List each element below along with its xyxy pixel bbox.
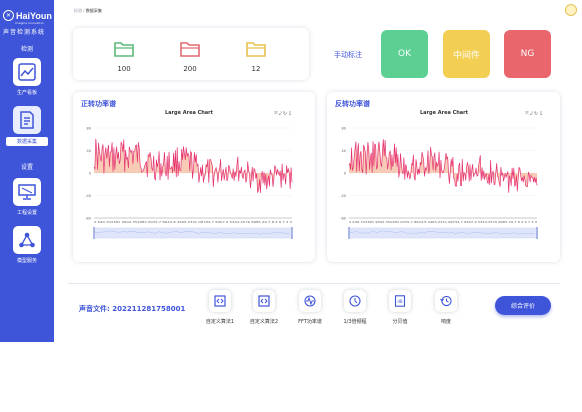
sound-file-label: 声音文件: [79, 305, 110, 313]
y-tick-label: 40 [342, 149, 346, 153]
stat-ng-count: 200 [175, 40, 205, 73]
panel-title: 反转功率谱 [335, 100, 370, 108]
sidebar-item-label: 模型服务 [16, 258, 37, 264]
stat-ok-count: 100 [109, 40, 139, 73]
line-chart-icon [18, 63, 36, 81]
breadcrumb-separator: / [83, 8, 85, 13]
logo-tagline: Imagine Innovation [15, 21, 44, 25]
tool-label: 分贝值 [392, 319, 408, 325]
zoom-slider[interactable] [93, 227, 293, 239]
stat-middle-count: 12 [241, 40, 271, 73]
logo: ✕ HaiYoun Imagine Innovation 声音检测系统 [3, 10, 53, 36]
avatar[interactable] [565, 4, 577, 16]
logo-subtitle: 声音检测系统 [3, 29, 46, 36]
stat-value: 100 [117, 65, 131, 73]
folder-red-icon [180, 42, 200, 57]
chart-title: Large Area Chart [165, 110, 214, 116]
panel-title: 正转功率谱 [81, 100, 116, 108]
download-icon[interactable]: ⇩ [539, 111, 544, 117]
sound-file: 声音文件: 202211281758001 [79, 304, 185, 314]
y-tick-label: 40 [87, 149, 91, 153]
sidebar: ✕ HaiYoun Imagine Innovation 声音检测系统 检测 生… [0, 0, 54, 342]
svg-text:dB: dB [397, 299, 403, 304]
y-tick-label: -80 [85, 217, 91, 221]
third-octave-button[interactable]: 1/3倍频程 [333, 290, 377, 325]
zoom-handle-left[interactable] [348, 227, 350, 239]
stat-value: 200 [183, 65, 197, 73]
stat-value: 12 [251, 65, 261, 73]
y-tick-label: -40 [85, 194, 91, 198]
tool-label: 自定义算法1 [205, 319, 235, 325]
custom-algorithm-2-button[interactable]: 自定义算法2 [242, 290, 286, 325]
chart-title: Large Area Chart [420, 110, 469, 116]
divider [68, 283, 560, 284]
custom-algorithm-1-button[interactable]: 自定义算法1 [198, 290, 242, 325]
sidebar-item-label: 工程设置 [16, 210, 37, 216]
chart-toolbox: ⤧⤦↻⇩ [274, 111, 293, 117]
logo-icon: ✕ [3, 10, 14, 21]
tool-label: FFT功率谱 [298, 319, 322, 325]
chart-toolbox: ⤧⤦↻⇩ [525, 111, 544, 117]
folder-green-icon [114, 42, 134, 57]
sidebar-item-label: 数据采集 [6, 137, 48, 146]
ng-button[interactable]: NG [504, 30, 551, 78]
decibel-button[interactable]: dB 分贝值 [378, 290, 422, 325]
logo-title: HaiYoun [16, 10, 52, 21]
code-file-icon [258, 295, 270, 307]
x-tick-labels: 0 640.703381 9502.352982 0035.7 8644.8 4… [349, 220, 537, 224]
sidebar-item-label: 生产看板 [16, 90, 37, 96]
tool-label: 响度 [440, 319, 451, 325]
forward-power-chart: 80 40 0 -40 -800 640.703381 9502.352982 0035… [85, 127, 293, 239]
manual-label-title: 手动标注 [334, 51, 362, 59]
y-tick-label: 80 [342, 127, 346, 131]
monitor-icon [18, 184, 36, 200]
tool-label: 自定义算法2 [249, 319, 279, 325]
sound-file-value: 202211281758001 [112, 305, 186, 313]
download-icon[interactable]: ⇩ [288, 111, 293, 117]
y-tick-label: 0 [344, 172, 346, 176]
sidebar-item-model-service[interactable]: 模型服务 [6, 226, 48, 264]
reverse-power-chart: 80 40 0 -40 -800 640.703381 9502.352982 0035… [340, 127, 538, 239]
section-settings: 设置 [20, 164, 33, 171]
section-detect: 检测 [20, 46, 33, 53]
zoom-handle-left[interactable] [93, 227, 95, 239]
sidebar-item-data-collection[interactable]: 数据采集 [6, 106, 48, 146]
series-line [348, 139, 538, 193]
decibel-icon: dB [394, 295, 406, 307]
fft-power-spectrum-button[interactable]: FFT功率谱 [288, 290, 332, 325]
history-clock-icon [440, 295, 452, 307]
share-nodes-icon [19, 232, 35, 248]
folder-yellow-icon [246, 42, 266, 57]
tool-label: 1/3倍频程 [343, 319, 367, 325]
y-tick-label: -80 [340, 217, 346, 221]
sidebar-item-project-settings[interactable]: 工程设置 [6, 178, 48, 216]
zoom-slider[interactable] [348, 227, 538, 239]
clock-arrow-icon [349, 295, 361, 307]
comprehensive-evaluation-button[interactable]: 综合评价 [495, 296, 551, 315]
zoom-handle-right[interactable] [536, 227, 538, 239]
y-tick-label: 80 [87, 127, 91, 131]
breadcrumb-root[interactable]: 检测 [74, 8, 82, 13]
waveform-icon [304, 295, 316, 307]
code-file-icon [214, 295, 226, 307]
y-tick-label: -40 [340, 194, 346, 198]
y-tick-label: 0 [89, 172, 91, 176]
document-edit-icon [20, 111, 34, 129]
ok-button[interactable]: OK [381, 30, 428, 78]
breadcrumb: 检测 / 数据采集 [74, 8, 102, 14]
breadcrumb-current: 数据采集 [85, 8, 102, 13]
zoom-handle-right[interactable] [291, 227, 293, 239]
x-tick-labels: 0 640.703381 9502.352982 0035.7 8644.8 4… [94, 220, 292, 224]
middle-button[interactable]: 中间件 [443, 30, 490, 78]
sidebar-item-dashboard[interactable]: 生产看板 [6, 58, 48, 96]
loudness-button[interactable]: 响度 [424, 290, 468, 325]
